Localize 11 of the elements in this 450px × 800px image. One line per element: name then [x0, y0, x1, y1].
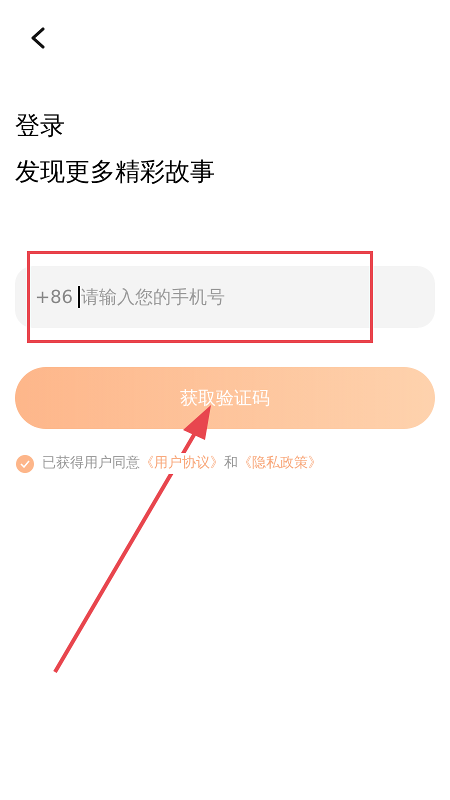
page-subtitle: 发现更多精彩故事: [15, 156, 216, 188]
country-code: +86: [35, 286, 73, 310]
check-icon: [20, 460, 30, 468]
get-code-button[interactable]: 获取验证码: [15, 367, 435, 429]
agree-checkbox[interactable]: [16, 454, 34, 472]
phone-field[interactable]: +86 请输入您的手机号: [15, 266, 435, 328]
agreement-link[interactable]: 《隐私政策》: [238, 455, 322, 471]
text-cursor-icon: [78, 286, 80, 308]
agreement-link[interactable]: 《用户协议》: [140, 455, 224, 471]
phone-input[interactable]: 请输入您的手机号: [80, 284, 435, 310]
page-title: 登录: [15, 110, 66, 142]
